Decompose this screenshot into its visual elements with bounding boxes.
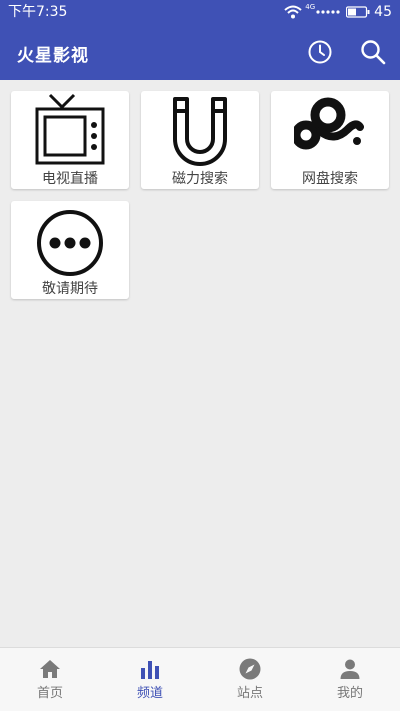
nav-label: 站点: [236, 686, 263, 701]
battery-icon: [346, 6, 370, 18]
channel-label: 电视直播: [42, 171, 98, 187]
more-icon: [37, 210, 103, 276]
channel-label: 敬请期待: [42, 281, 98, 297]
nav-label: 频道: [136, 686, 163, 701]
tv-icon: [35, 93, 105, 165]
channel-tile-magnet-search[interactable]: 磁力搜索: [141, 91, 259, 189]
bottom-navigation: 首页 频道 站点 我的: [0, 647, 400, 711]
status-bar: 下午7:35 4G 45: [0, 0, 400, 24]
signal-icon: [316, 10, 340, 14]
user-icon: [340, 659, 360, 679]
channel-tile-tv-live[interactable]: 电视直播: [11, 91, 129, 189]
nav-item-profile[interactable]: 我的: [300, 648, 400, 711]
app-title: 火星影视: [17, 46, 89, 66]
channel-tile-coming-soon[interactable]: 敬请期待: [11, 201, 129, 299]
status-time: 下午7:35: [8, 4, 68, 20]
battery-level: 45: [374, 4, 392, 20]
home-icon: [40, 660, 60, 678]
search-button[interactable]: [359, 38, 387, 66]
cloud-drive-icon: [294, 97, 364, 150]
compass-icon: [239, 658, 261, 680]
app-bar: 火星影视: [0, 24, 400, 80]
nav-item-channels[interactable]: 频道: [100, 648, 200, 711]
search-icon: [361, 40, 386, 65]
status-icons: 4G 45: [284, 3, 392, 20]
nav-label: 我的: [336, 686, 363, 701]
history-button[interactable]: [306, 38, 334, 66]
nav-label: 首页: [36, 686, 63, 701]
wifi-icon: [284, 5, 302, 19]
channel-label: 网盘搜索: [302, 171, 358, 187]
nav-item-sites[interactable]: 站点: [200, 648, 300, 711]
nav-item-home[interactable]: 首页: [0, 648, 100, 711]
history-icon: [308, 40, 332, 64]
bar-chart-icon: [141, 661, 159, 679]
network-type-label: 4G: [305, 3, 316, 11]
channel-label: 磁力搜索: [172, 171, 228, 187]
magnet-icon: [173, 97, 227, 166]
channel-tile-cloud-search[interactable]: 网盘搜索: [271, 91, 389, 189]
